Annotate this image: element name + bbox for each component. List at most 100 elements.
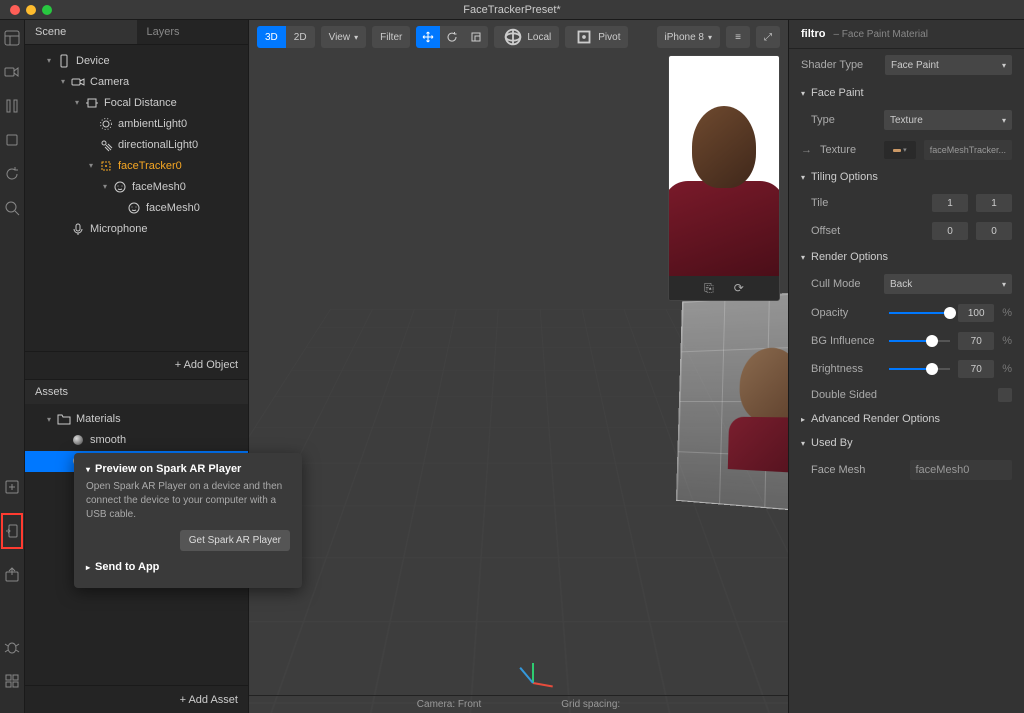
- viewport[interactable]: 3D 2D View▾ Filter Local Pivot iPhone 8▾…: [249, 20, 788, 713]
- tree-label: Materials: [76, 413, 121, 425]
- device-dropdown[interactable]: iPhone 8▾: [657, 26, 721, 48]
- offset-label: Offset: [811, 225, 924, 237]
- device-icon: [57, 54, 71, 68]
- popup-preview-header[interactable]: ▾Preview on Spark AR Player: [86, 463, 290, 475]
- tree-item[interactable]: ▾faceTracker0: [25, 155, 248, 176]
- titlebar: FaceTrackerPreset*: [0, 0, 1024, 20]
- tree-item[interactable]: Microphone: [25, 218, 248, 239]
- tree-toggle[interactable]: ▾: [47, 415, 57, 424]
- mic-icon: [71, 222, 85, 236]
- tree-item[interactable]: ambientLight0: [25, 113, 248, 134]
- tree-toggle[interactable]: ▾: [75, 98, 85, 107]
- directional-icon: [99, 138, 113, 152]
- capture-button[interactable]: ⎘: [704, 281, 714, 296]
- tree-item[interactable]: faceMesh0: [25, 197, 248, 218]
- tab-layers[interactable]: Layers: [137, 20, 249, 44]
- tree-label: Microphone: [90, 223, 147, 235]
- debug-icon[interactable]: [4, 639, 20, 655]
- tree-item[interactable]: ▾ Materials: [25, 409, 248, 430]
- tree-toggle[interactable]: ▾: [103, 182, 113, 191]
- grid-icon[interactable]: [4, 673, 20, 689]
- move-tool-button[interactable]: [416, 26, 440, 48]
- record-button[interactable]: ⟳: [734, 281, 744, 295]
- tree-item[interactable]: ▾Camera: [25, 71, 248, 92]
- export-icon[interactable]: [4, 567, 20, 583]
- layout-icon[interactable]: [4, 30, 20, 46]
- video-icon[interactable]: [4, 64, 20, 80]
- folder-icon: [57, 412, 71, 426]
- material-icon: [71, 435, 85, 445]
- refresh-icon[interactable]: [4, 166, 20, 182]
- axis-gizmo[interactable]: [517, 653, 547, 683]
- offset-x-input[interactable]: [932, 222, 968, 240]
- scene-assets-panel: Scene Layers ▾Device▾Camera▾Focal Distan…: [25, 20, 249, 713]
- facetracker-icon: [99, 159, 113, 173]
- inspector-panel: filtro – Face Paint Material Shader Type…: [788, 20, 1024, 713]
- get-player-button[interactable]: Get Spark AR Player: [180, 530, 290, 551]
- section-tiling[interactable]: ▾Tiling Options: [789, 165, 1024, 189]
- inspector-subtitle: – Face Paint Material: [833, 29, 928, 40]
- tab-scene[interactable]: Scene: [25, 20, 137, 44]
- tree-toggle[interactable]: ▾: [61, 77, 71, 86]
- close-window-button[interactable]: [10, 5, 20, 15]
- tree-item[interactable]: ▾ Focal Distance: [25, 92, 248, 113]
- popup-send-header[interactable]: ▸Send to App: [86, 561, 290, 573]
- minimize-window-button[interactable]: [26, 5, 36, 15]
- bg-slider[interactable]: [889, 340, 950, 342]
- link-icon[interactable]: →: [801, 144, 812, 156]
- section-render[interactable]: ▾Render Options: [789, 245, 1024, 269]
- preview-list-button[interactable]: ≡: [726, 26, 750, 48]
- pause-icon[interactable]: [4, 98, 20, 114]
- brightness-slider[interactable]: [889, 368, 950, 370]
- send-to-device-icon[interactable]: [4, 523, 20, 539]
- tree-toggle[interactable]: ▾: [89, 161, 99, 170]
- tile-y-input[interactable]: [976, 194, 1012, 212]
- pivot-button[interactable]: Pivot: [565, 26, 628, 48]
- offset-y-input[interactable]: [976, 222, 1012, 240]
- preview-image: [669, 56, 779, 276]
- add-object-button[interactable]: Add Object: [25, 351, 248, 379]
- filter-button[interactable]: Filter: [372, 26, 410, 48]
- section-advanced[interactable]: ▸Advanced Render Options: [789, 407, 1024, 431]
- shader-type-dropdown[interactable]: Face Paint▾: [885, 55, 1012, 75]
- bg-label: BG Influence: [811, 335, 881, 347]
- cull-dropdown[interactable]: Back▾: [884, 274, 1012, 294]
- section-face-paint[interactable]: ▾Face Paint: [789, 81, 1024, 105]
- preview-popup: ▾Preview on Spark AR Player Open Spark A…: [74, 453, 302, 588]
- opacity-label: Opacity: [811, 307, 881, 319]
- search-icon[interactable]: [4, 200, 20, 216]
- view-dropdown[interactable]: View▾: [321, 26, 367, 48]
- usedby-label: Face Mesh: [811, 464, 902, 476]
- rotate-tool-button[interactable]: [440, 26, 464, 48]
- type-dropdown[interactable]: Texture▾: [884, 110, 1012, 130]
- stop-icon[interactable]: [4, 132, 20, 148]
- tree-item[interactable]: smooth: [25, 430, 248, 451]
- tree-item[interactable]: ▾Device: [25, 50, 248, 71]
- texture-swatch[interactable]: ▾: [884, 141, 916, 159]
- preview-expand-button[interactable]: ⤢: [756, 26, 780, 48]
- local-button[interactable]: Local: [494, 26, 559, 48]
- tree-label: Focal Distance: [104, 97, 177, 109]
- section-usedby[interactable]: ▾Used By: [789, 431, 1024, 455]
- mode-3d-button[interactable]: 3D: [257, 26, 286, 48]
- opacity-slider[interactable]: [889, 312, 950, 314]
- left-rail: [0, 20, 25, 713]
- bg-input[interactable]: [958, 332, 994, 350]
- tree-toggle[interactable]: ▾: [47, 56, 57, 65]
- brightness-input[interactable]: [958, 360, 994, 378]
- tree-item[interactable]: ▾faceMesh0: [25, 176, 248, 197]
- camera-status: Camera: Front: [417, 699, 481, 710]
- tile-x-input[interactable]: [932, 194, 968, 212]
- mode-2d-button[interactable]: 2D: [286, 26, 315, 48]
- tree-item[interactable]: directionalLight0: [25, 134, 248, 155]
- scale-tool-button[interactable]: [464, 26, 488, 48]
- device-preview[interactable]: ⎘ ⟳: [668, 55, 780, 301]
- add-asset-button[interactable]: Add Asset: [25, 685, 248, 713]
- texture-value[interactable]: faceMeshTracker...: [924, 140, 1012, 160]
- opacity-input[interactable]: [958, 304, 994, 322]
- face-plane[interactable]: [676, 287, 788, 517]
- library-add-icon[interactable]: [4, 479, 20, 495]
- zoom-window-button[interactable]: [42, 5, 52, 15]
- double-sided-checkbox[interactable]: [998, 388, 1012, 402]
- usedby-value[interactable]: faceMesh0: [910, 460, 1013, 480]
